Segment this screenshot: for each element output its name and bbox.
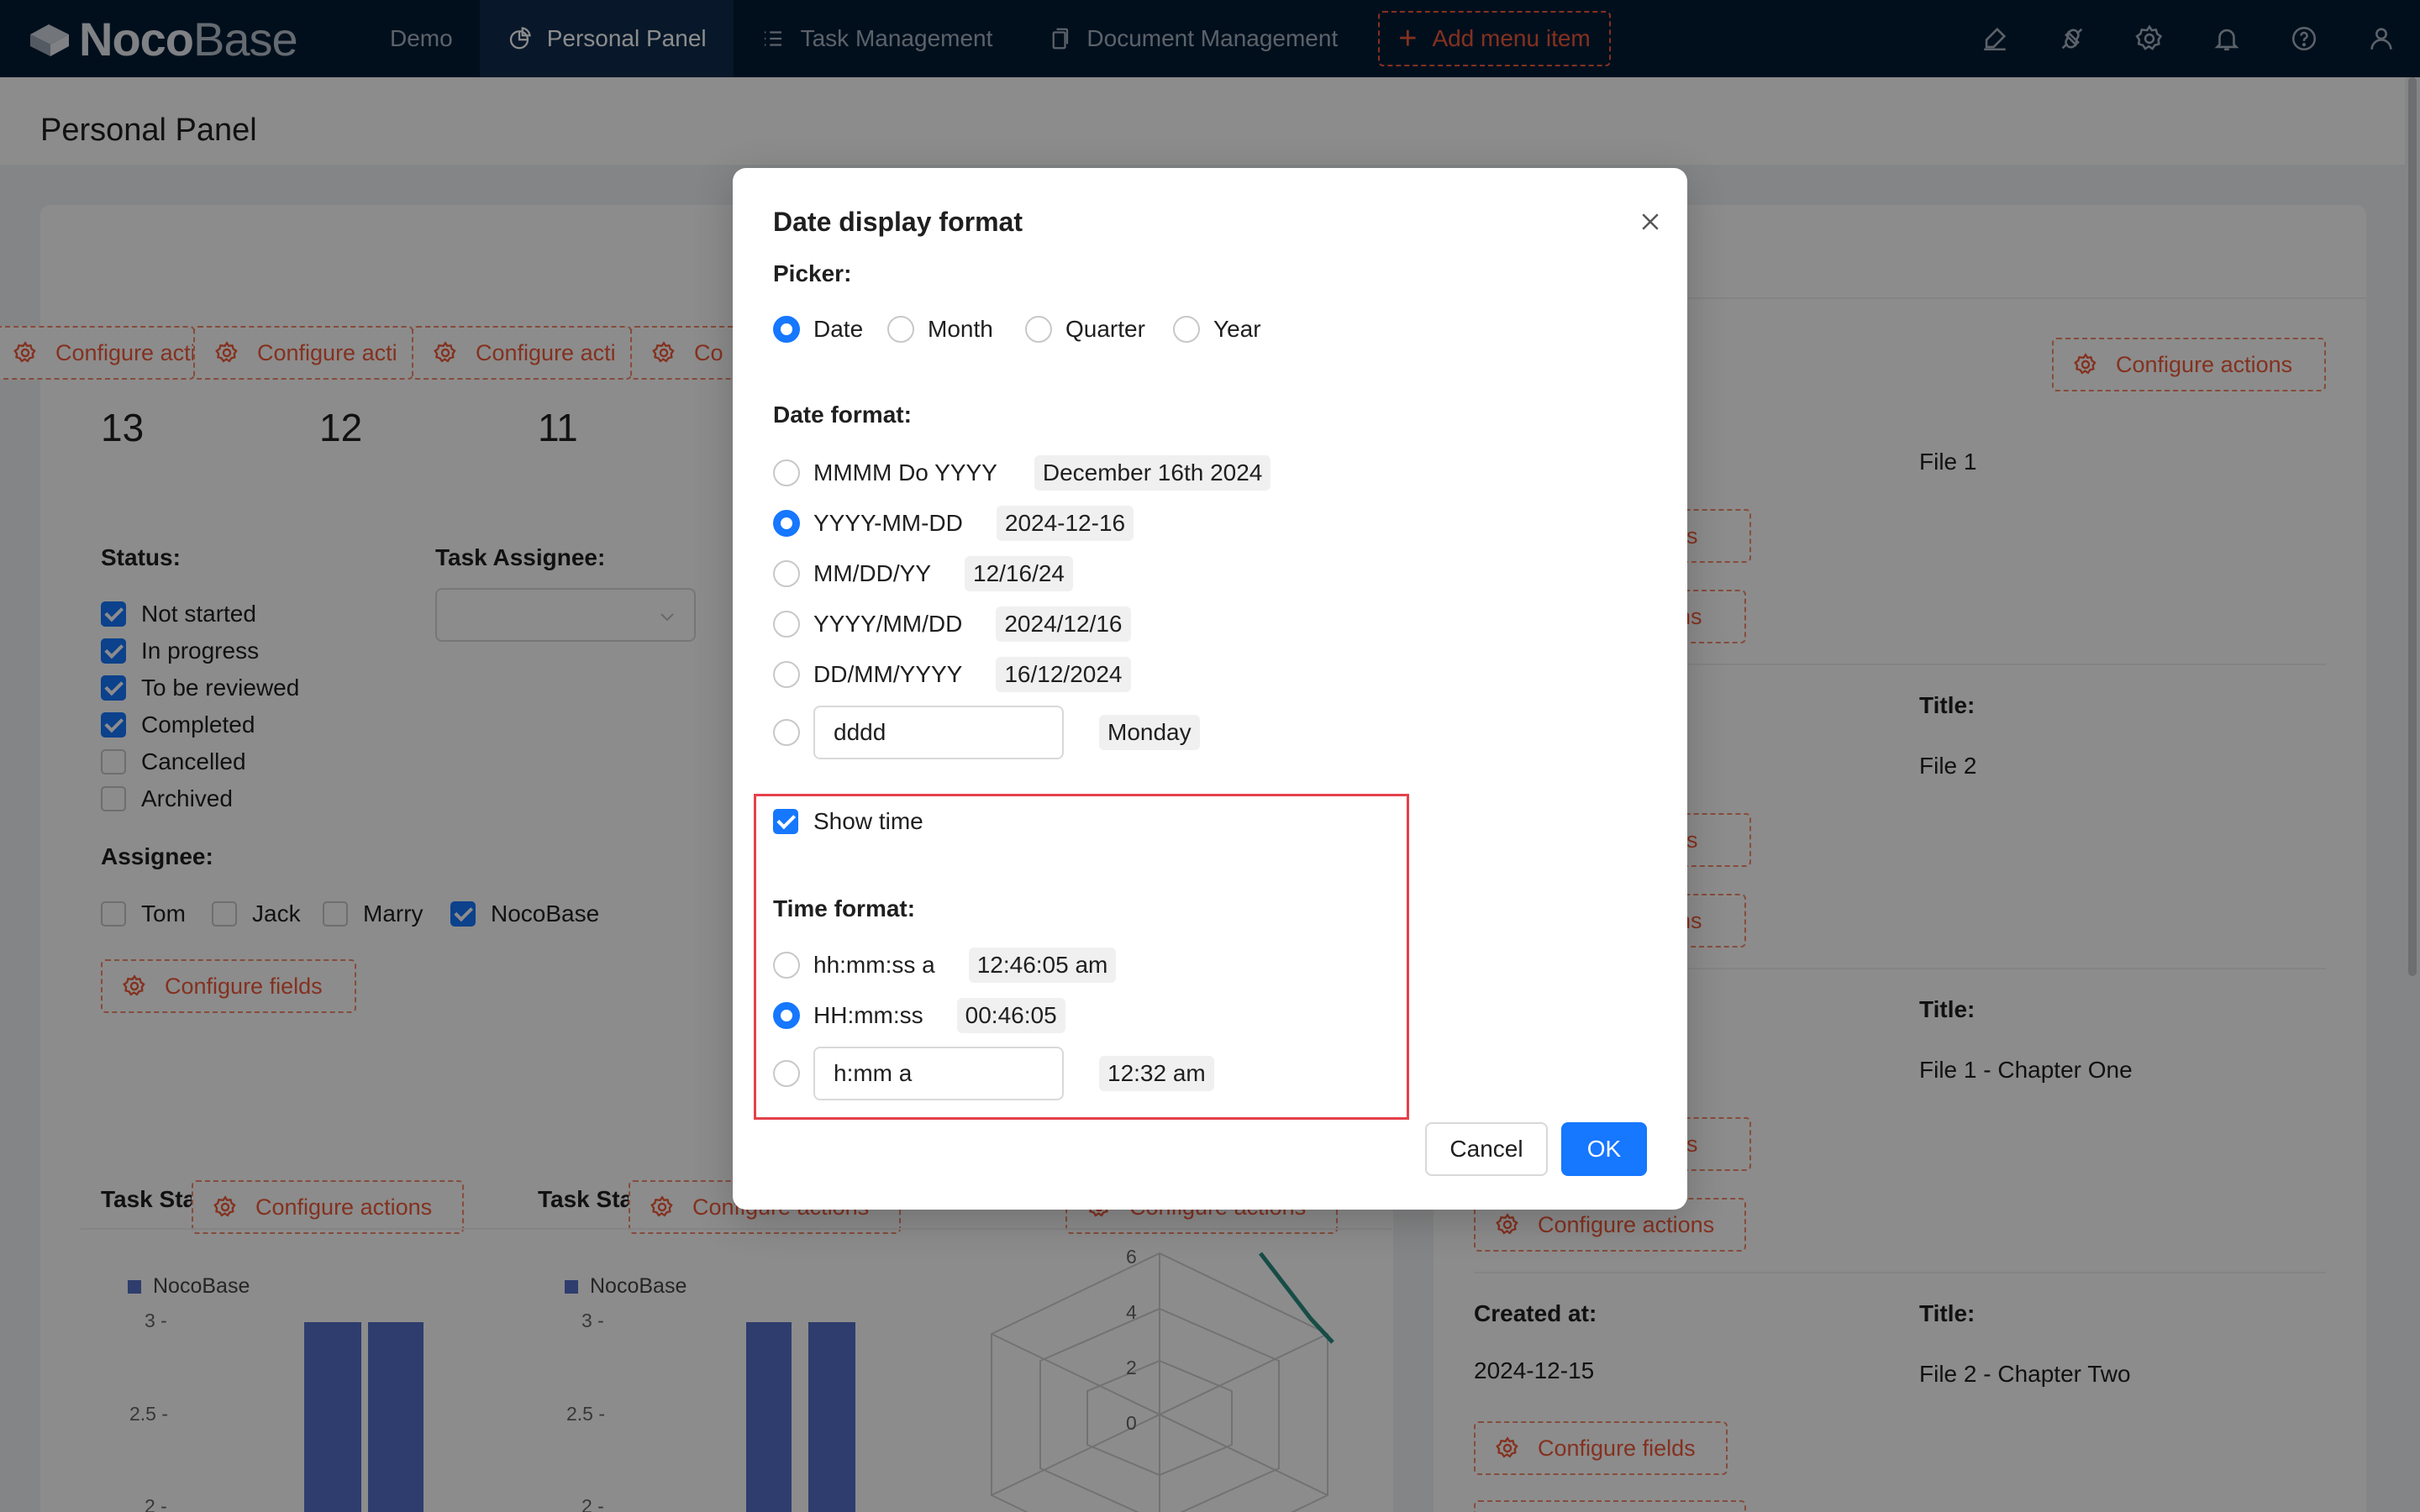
custom-date-format-input[interactable] [813, 706, 1064, 759]
radio[interactable] [773, 560, 800, 587]
radio[interactable] [773, 611, 800, 638]
format-example-tag: 12/16/24 [965, 556, 1073, 591]
picker-option-month[interactable]: Month [887, 316, 993, 343]
close-icon [1642, 213, 1659, 230]
radio[interactable] [773, 510, 800, 537]
format-example-tag: Monday [1099, 715, 1200, 750]
radio-label: Month [928, 316, 993, 342]
radio[interactable] [773, 316, 800, 343]
cancel-button[interactable]: Cancel [1425, 1122, 1548, 1176]
radio[interactable] [773, 661, 800, 688]
date-format-option[interactable]: YYYY-MM-DD 2024-12-16 [773, 506, 1134, 541]
dialog-title: Date display format [773, 207, 1023, 237]
date-format-option[interactable]: YYYY/MM/DD 2024/12/16 [773, 606, 1131, 642]
radio-label: Year [1213, 316, 1261, 342]
format-pattern: MMMM Do YYYY [813, 459, 997, 486]
radio[interactable] [887, 316, 914, 343]
format-pattern: YYYY/MM/DD [813, 611, 963, 637]
radio-label: Quarter [1065, 316, 1145, 342]
format-example-tag: 16/12/2024 [996, 657, 1131, 692]
picker-option-year[interactable]: Year [1173, 316, 1261, 343]
radio[interactable] [773, 719, 800, 746]
custom-date-format-option[interactable]: Monday [773, 706, 1200, 759]
radio-label: Date [813, 316, 864, 342]
ok-button[interactable]: OK [1561, 1122, 1647, 1176]
date-format-option[interactable]: MMMM Do YYYY December 16th 2024 [773, 455, 1271, 491]
format-pattern: MM/DD/YY [813, 560, 931, 586]
picker-option-quarter[interactable]: Quarter [1025, 316, 1145, 343]
close-button[interactable] [1625, 197, 1676, 247]
radio[interactable] [1173, 316, 1200, 343]
format-example-tag: 2024/12/16 [996, 606, 1131, 642]
format-example-tag: December 16th 2024 [1034, 455, 1271, 491]
format-pattern: DD/MM/YYYY [813, 661, 963, 687]
radio[interactable] [1025, 316, 1052, 343]
date-format-label: Date format: [773, 402, 912, 428]
picker-label: Picker: [773, 260, 852, 286]
show-time-highlight-box [754, 794, 1409, 1120]
format-example-tag: 2024-12-16 [996, 506, 1134, 541]
format-pattern: YYYY-MM-DD [813, 510, 963, 536]
radio[interactable] [773, 459, 800, 486]
date-format-option[interactable]: DD/MM/YYYY 16/12/2024 [773, 657, 1131, 692]
date-format-option[interactable]: MM/DD/YY 12/16/24 [773, 556, 1073, 591]
picker-option-date[interactable]: Date [773, 316, 863, 343]
